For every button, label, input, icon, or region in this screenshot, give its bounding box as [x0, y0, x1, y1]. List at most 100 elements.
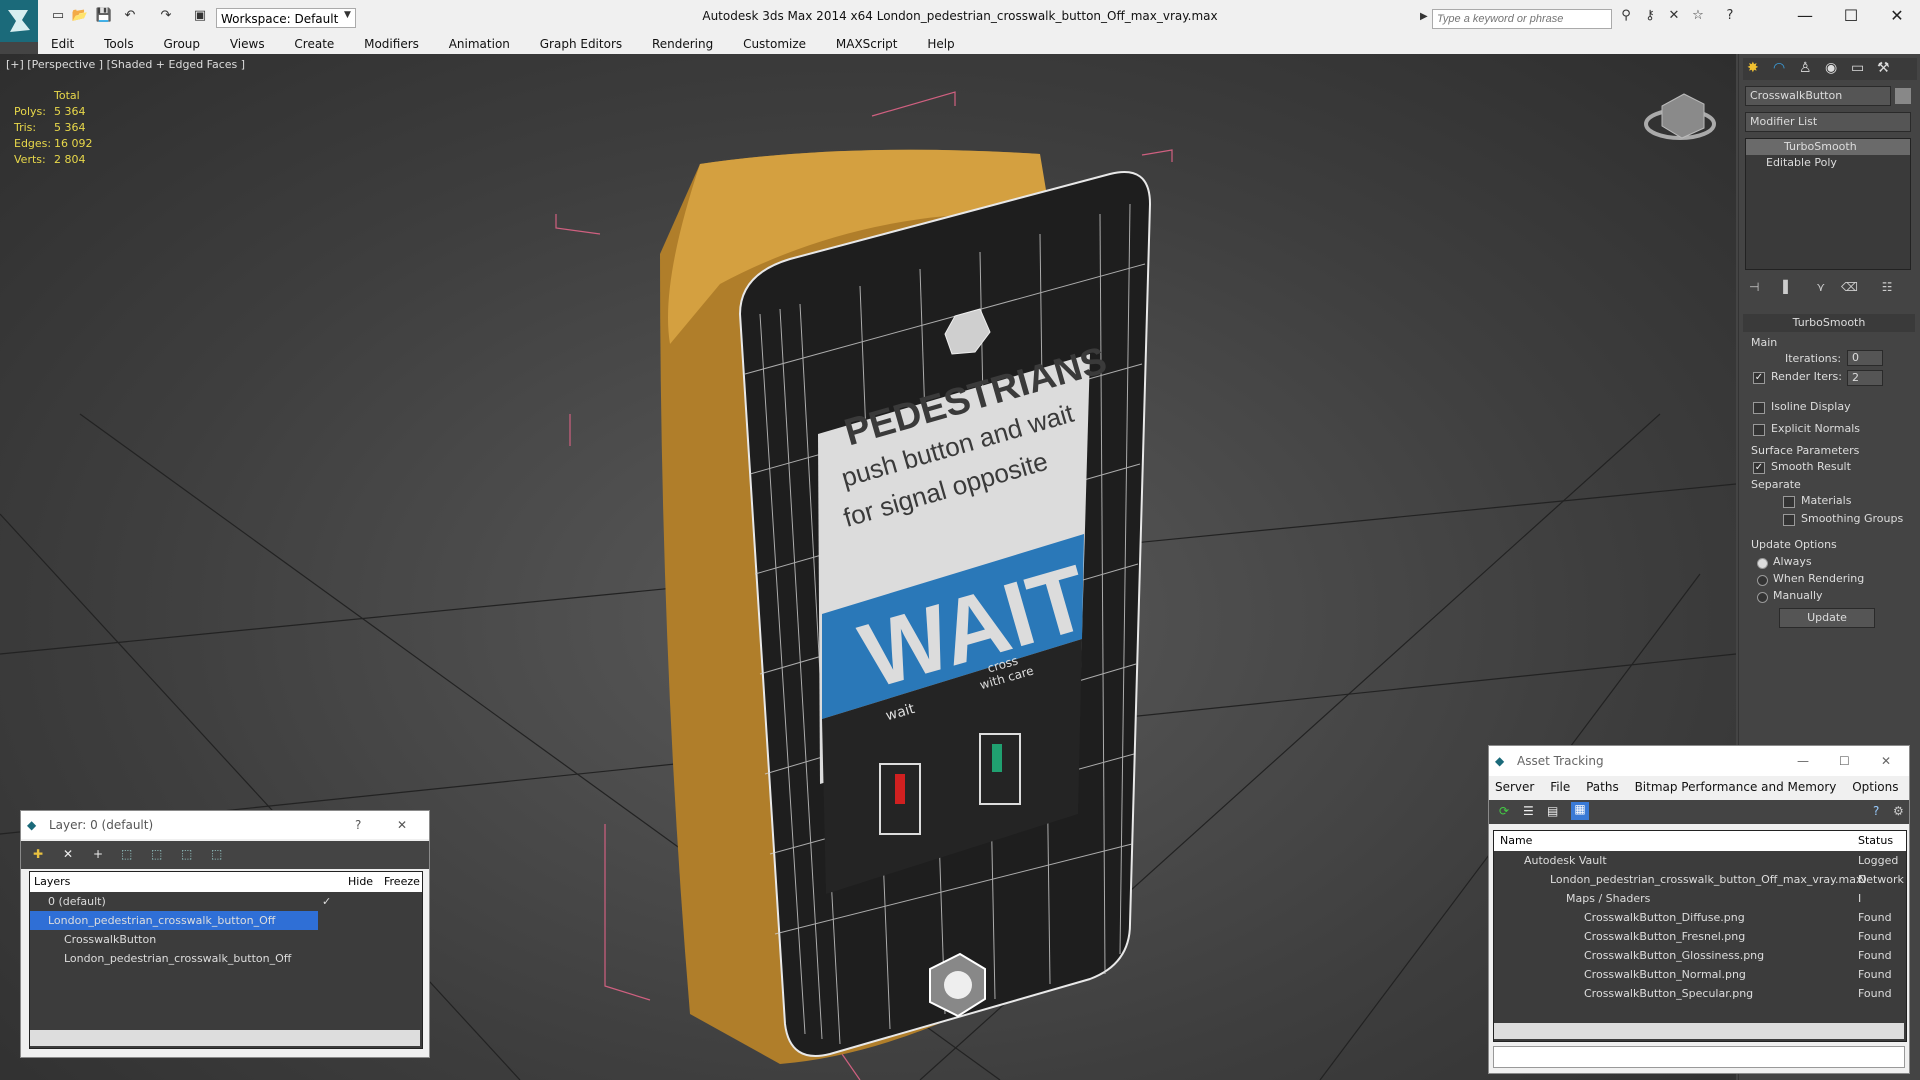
menu-create[interactable]: Create	[281, 34, 347, 54]
iterations-spinner[interactable]: 0	[1847, 350, 1883, 366]
viewport-label[interactable]: [+] [Perspective ] [Shaded + Edged Faces…	[6, 58, 245, 71]
asset-row[interactable]: London_pedestrian_crosswalk_button_Off_m…	[1494, 870, 1906, 905]
minimize-icon[interactable]: —	[1797, 746, 1809, 776]
undo-icon[interactable]: ↶	[120, 6, 140, 26]
add-to-layer-icon[interactable]: +	[93, 847, 103, 861]
favorites-icon[interactable]: ☆	[1688, 6, 1708, 26]
select-objects-icon[interactable]: ⬚	[121, 847, 132, 861]
workspace-dropdown[interactable]: Workspace: Default	[216, 8, 356, 28]
search-input[interactable]	[1432, 9, 1612, 29]
smooth-result-checkbox[interactable]: ✓	[1753, 462, 1765, 474]
configure-sets-icon[interactable]: ☷	[1882, 280, 1893, 294]
menu-help[interactable]: Help	[914, 34, 967, 54]
asset-row[interactable]: CrosswalkButton_Normal.png Found	[1494, 965, 1906, 984]
asset-row[interactable]: Maps / Shaders	[1494, 889, 1906, 908]
always-radio[interactable]	[1757, 558, 1768, 569]
menu-modifiers[interactable]: Modifiers	[351, 34, 432, 54]
menu-rendering[interactable]: Rendering	[639, 34, 726, 54]
hide-column-header[interactable]: Hide	[348, 872, 373, 892]
save-icon[interactable]: 💾	[94, 6, 114, 26]
create-layer-icon[interactable]: ✚	[33, 847, 43, 861]
isoline-display-checkbox[interactable]	[1753, 402, 1765, 414]
binoculars-icon[interactable]: ⚲	[1616, 6, 1636, 26]
horizontal-scrollbar[interactable]	[30, 1030, 420, 1046]
layer-row[interactable]: London_pedestrian_crosswalk_button_Off	[30, 949, 422, 968]
exchange-icon[interactable]: ✕	[1664, 6, 1684, 26]
asset-dialog-header[interactable]: ◆ Asset Tracking — ☐ ✕	[1489, 746, 1909, 776]
turbosmooth-rollout-header[interactable]: TurboSmooth	[1743, 314, 1915, 332]
asset-row[interactable]: CrosswalkButton_Glossiness.png Found	[1494, 946, 1906, 965]
explicit-normals-checkbox[interactable]	[1753, 424, 1765, 436]
layer-dialog-header[interactable]: ◆ Layer: 0 (default) ? ✕	[21, 811, 429, 839]
utilities-tab-icon[interactable]: ⚒	[1877, 60, 1890, 76]
menu-views[interactable]: Views	[217, 34, 278, 54]
help-icon[interactable]: ?	[355, 811, 361, 839]
when-rendering-radio[interactable]	[1757, 575, 1768, 586]
path-field[interactable]	[1493, 1046, 1905, 1068]
modifier-list-dropdown[interactable]: Modifier List	[1745, 112, 1911, 132]
layer-row-selected[interactable]: London_pedestrian_crosswalk_button_Off	[30, 911, 318, 930]
delete-layer-icon[interactable]: ✕	[63, 847, 73, 861]
modify-tab-icon[interactable]: ◠	[1773, 60, 1785, 76]
layers-column-header[interactable]: Layers	[34, 872, 70, 892]
menu-graph-editors[interactable]: Graph Editors	[527, 34, 635, 54]
make-unique-icon[interactable]: ⋎	[1816, 280, 1825, 294]
stack-item-turbosmooth[interactable]: TurboSmooth	[1746, 139, 1910, 155]
menu-edit[interactable]: Edit	[38, 34, 87, 54]
status-column-header[interactable]: Status	[1858, 831, 1893, 851]
thumbnail-view-icon[interactable]: ▤	[1547, 804, 1558, 818]
maximize-icon[interactable]: ☐	[1839, 746, 1850, 776]
freeze-column-header[interactable]: Freeze	[384, 872, 420, 892]
menu-file[interactable]: File	[1550, 776, 1570, 798]
asset-row[interactable]: CrosswalkButton_Specular.png Found	[1494, 984, 1906, 1003]
project-folder-icon[interactable]: ▣	[190, 6, 210, 26]
display-tab-icon[interactable]: ▭	[1851, 60, 1864, 76]
menu-server[interactable]: Server	[1495, 776, 1534, 798]
object-name-field[interactable]: CrosswalkButton	[1745, 86, 1891, 106]
show-end-result-icon[interactable]: ▌	[1783, 280, 1792, 294]
update-button[interactable]: Update	[1779, 608, 1875, 628]
maximize-icon[interactable]: ☐	[1831, 4, 1871, 28]
checkmark-icon[interactable]: ✓	[322, 892, 331, 911]
create-tab-icon[interactable]: ✸	[1747, 60, 1759, 76]
layer-row[interactable]: CrosswalkButton	[30, 930, 422, 949]
render-iters-spinner[interactable]: 2	[1847, 370, 1883, 386]
menu-group[interactable]: Group	[150, 34, 213, 54]
settings-icon[interactable]: ⚙	[1893, 804, 1904, 818]
new-file-icon[interactable]: ▭	[48, 6, 68, 26]
chevron-down-icon[interactable]: ▼	[344, 10, 356, 26]
manually-radio[interactable]	[1757, 592, 1768, 603]
list-view-icon[interactable]: ☰	[1523, 804, 1534, 818]
smoothing-groups-checkbox[interactable]	[1783, 514, 1795, 526]
menu-paths[interactable]: Paths	[1586, 776, 1619, 798]
materials-checkbox[interactable]	[1783, 496, 1795, 508]
horizontal-scrollbar[interactable]	[1494, 1023, 1904, 1039]
menu-animation[interactable]: Animation	[436, 34, 523, 54]
close-icon[interactable]: ✕	[397, 811, 407, 839]
minimize-icon[interactable]: —	[1785, 4, 1825, 28]
menu-maxscript[interactable]: MAXScript	[823, 34, 911, 54]
menu-bitmap-performance[interactable]: Bitmap Performance and Memory	[1635, 776, 1837, 798]
render-iters-checkbox[interactable]: ✓	[1753, 372, 1765, 384]
asset-row[interactable]: CrosswalkButton_Fresnel.png Found	[1494, 927, 1906, 946]
motion-tab-icon[interactable]: ◉	[1825, 60, 1837, 76]
freeze-all-icon[interactable]: ⬚	[211, 847, 222, 861]
table-view-icon[interactable]: ▦	[1571, 802, 1589, 820]
key-icon[interactable]: ⚷	[1640, 6, 1660, 26]
layer-row[interactable]: 0 (default) ✓	[30, 892, 422, 911]
hide-all-icon[interactable]: ⬚	[181, 847, 192, 861]
asset-row[interactable]: CrosswalkButton_Diffuse.png Found	[1494, 908, 1906, 927]
refresh-icon[interactable]: ⟳	[1499, 804, 1509, 818]
menu-options[interactable]: Options	[1852, 776, 1898, 798]
close-icon[interactable]: ✕	[1881, 746, 1891, 776]
help-icon[interactable]: ?	[1720, 6, 1740, 26]
name-column-header[interactable]: Name	[1500, 831, 1532, 851]
hierarchy-tab-icon[interactable]: ♙	[1799, 60, 1812, 76]
help-icon[interactable]: ?	[1873, 804, 1879, 818]
menu-customize[interactable]: Customize	[730, 34, 819, 54]
remove-modifier-icon[interactable]: ⌫	[1841, 280, 1858, 294]
redo-icon[interactable]: ↷	[156, 6, 176, 26]
open-file-icon[interactable]: 📂	[70, 6, 90, 26]
object-color-swatch[interactable]	[1895, 88, 1911, 104]
stack-item-editable-poly[interactable]: Editable Poly	[1746, 155, 1910, 171]
